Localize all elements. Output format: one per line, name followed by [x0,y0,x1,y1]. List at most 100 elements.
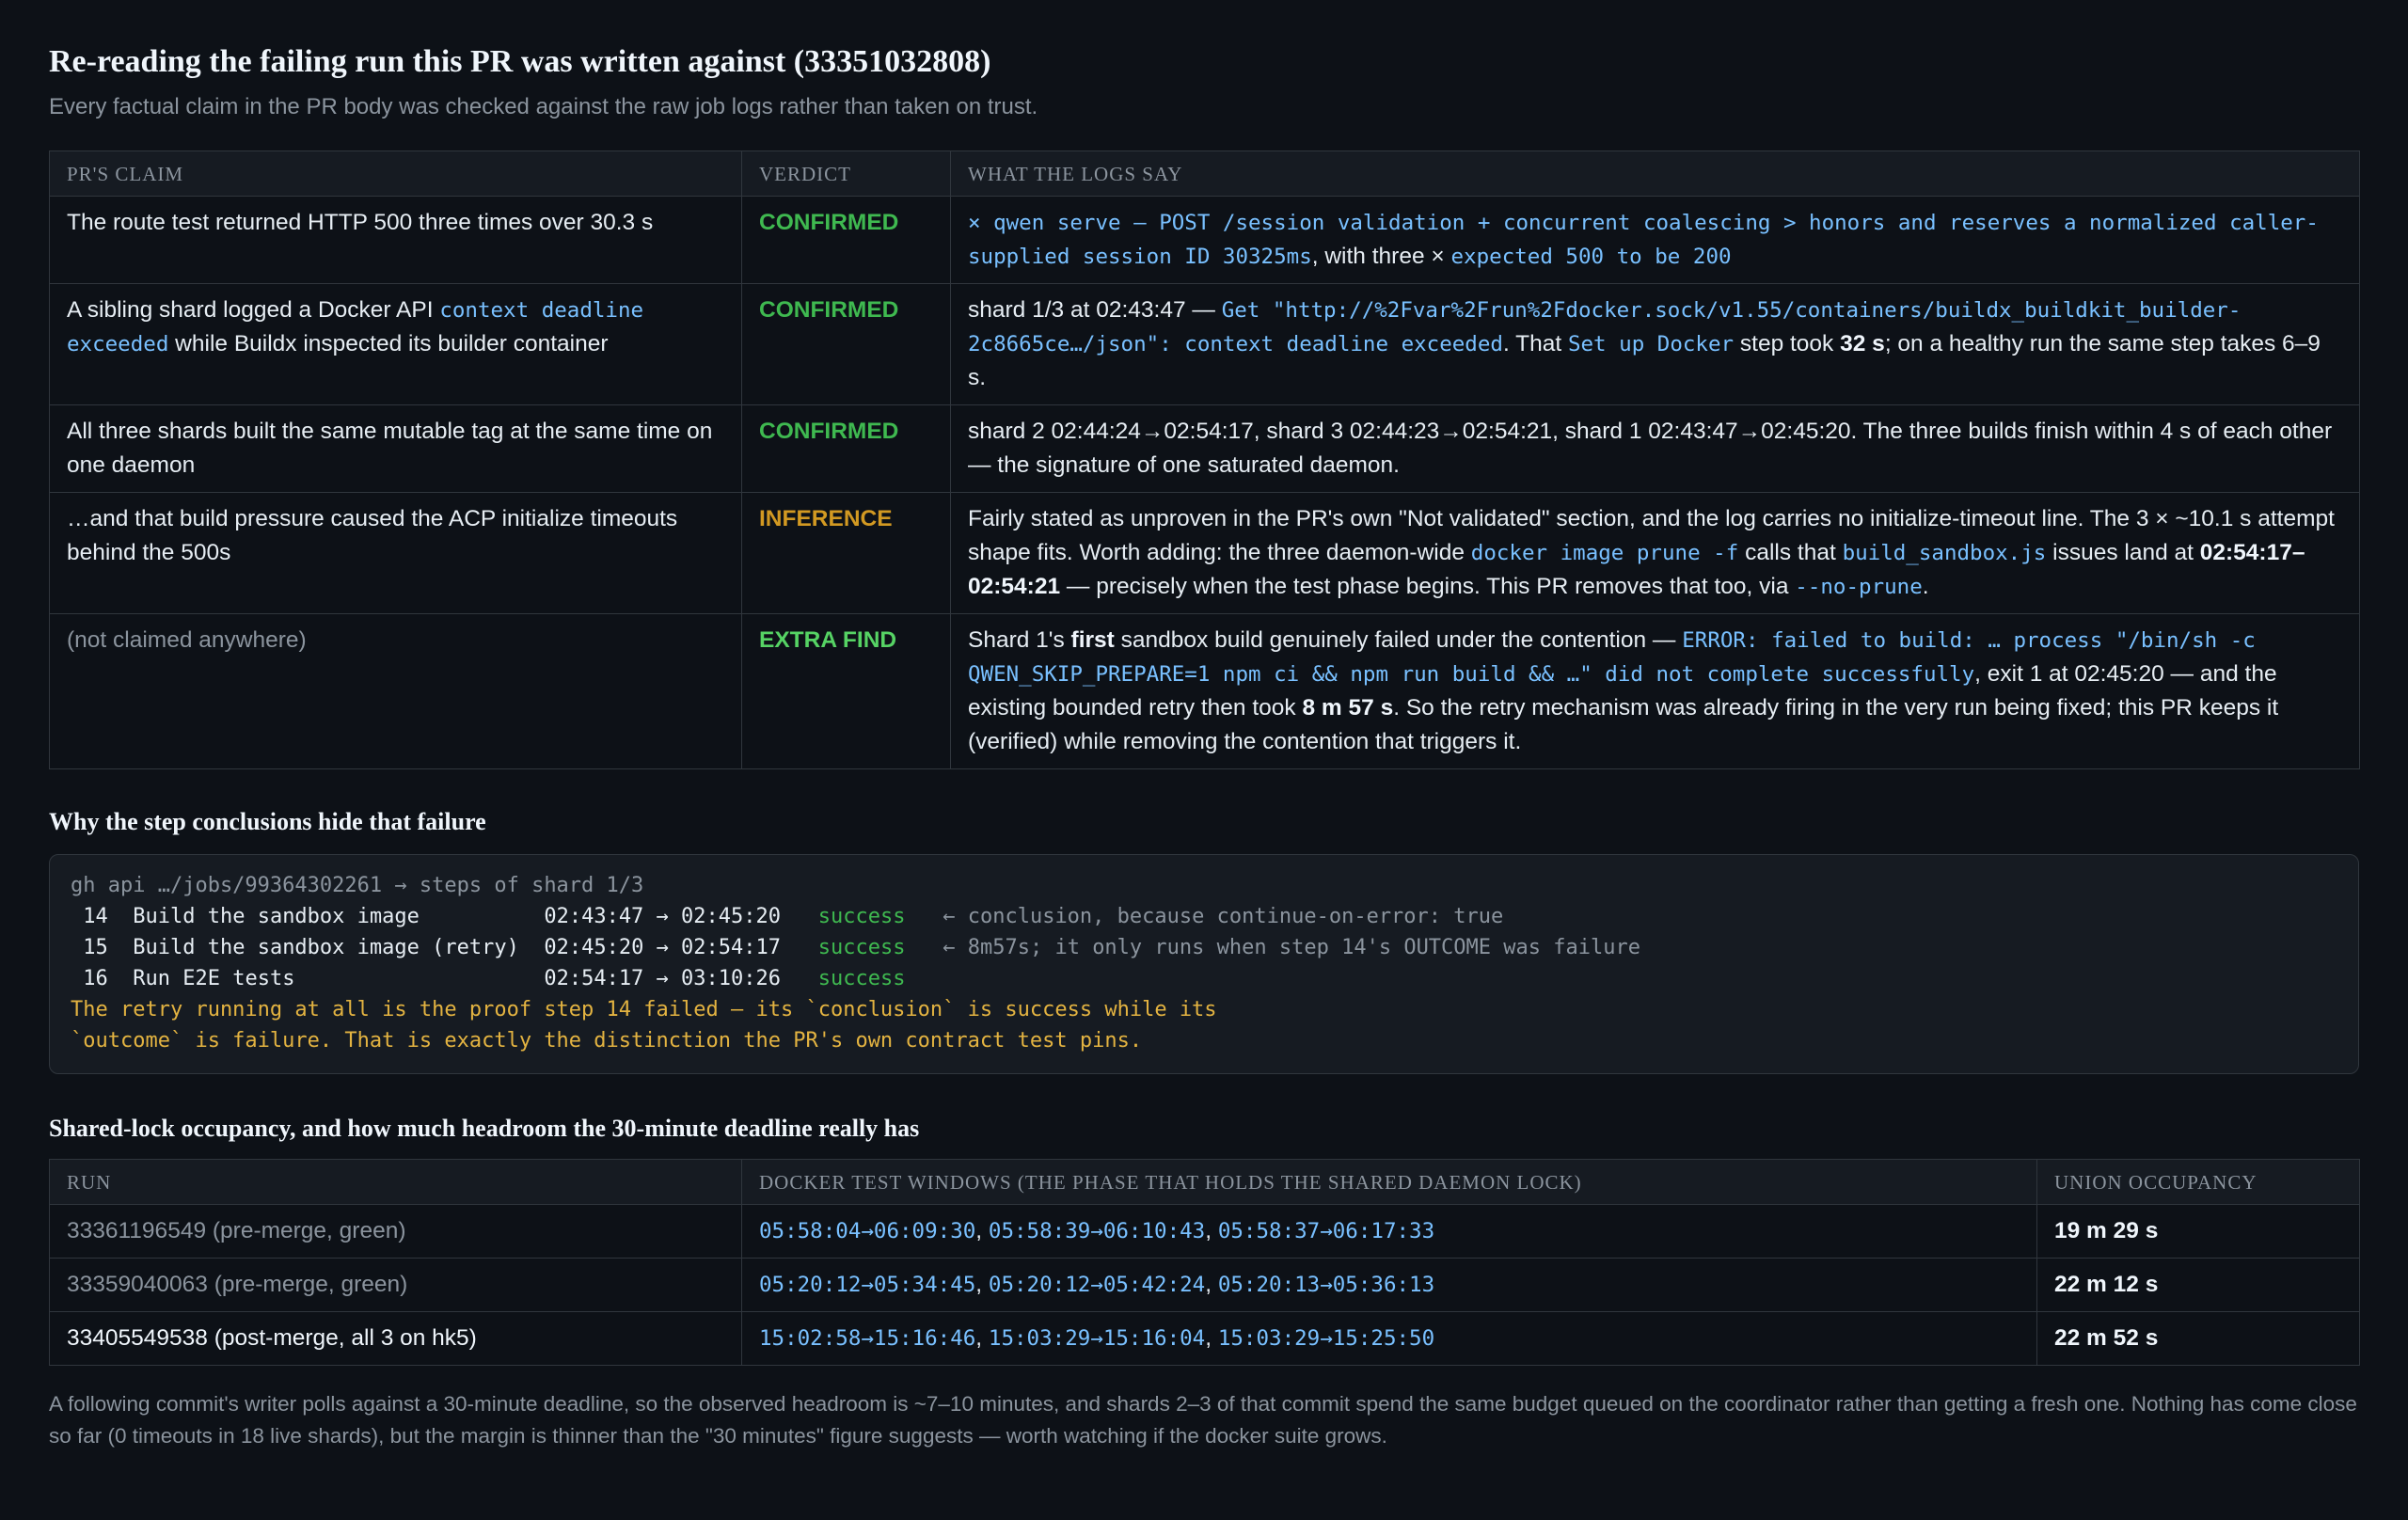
logs-cell: shard 2 02:44:24→02:54:17, shard 3 02:44… [950,404,2360,493]
occupancy-header-run: Run [49,1159,742,1205]
step-span: 02:45:20 → 02:54:17 [544,936,782,959]
union-occupancy: 22 m 52 s [2036,1311,2360,1366]
log-text: sandbox build genuinely failed under the… [1114,627,1683,653]
window-separator: , [1205,1325,1218,1351]
claim-text: while Buildx inspected its builder conta… [168,331,609,356]
window-separator: , [1205,1272,1218,1297]
time-window: 15:03:29→15:25:50 [1217,1326,1435,1351]
log-emphasis: first [1070,627,1115,653]
time-window: 05:20:12→05:42:24 [988,1273,1206,1297]
claims-header-row: PR's claim Verdict What the logs say [49,150,2360,197]
log-text: — precisely when the test phase begins. … [1060,574,1796,599]
step-note: ← conclusion, because continue-on-error:… [943,905,1504,928]
verdict-cell: EXTRA FIND [741,613,951,769]
occupancy-section-title: Shared-lock occupancy, and how much head… [49,1115,920,1142]
log-emphasis: 32 s [1840,331,1885,356]
claim-text: A sibling shard logged a Docker API [67,297,440,323]
claims-header-logs: What the logs say [950,150,2360,197]
claim-row: A sibling shard logged a Docker API cont… [49,283,2360,405]
steps-terminal: gh api …/jobs/99364302261 → steps of sha… [49,854,2359,1074]
run-id: 33361196549 (pre-merge, green) [49,1204,742,1259]
step-number: 16 [83,967,108,990]
run-id: 33405549538 (post-merge, all 3 on hk5) [49,1311,742,1366]
terminal-conclusion: `outcome` is failure. That is exactly th… [71,1029,1143,1053]
verdict-cell: INFERENCE [741,492,951,614]
log-text: calls that [1738,540,1843,565]
windows-cell: 15:02:58→15:16:46, 15:03:29→15:16:04, 15… [741,1311,2037,1366]
log-text: shard 2 02:44:24→02:54:17, shard 3 02:44… [968,419,2333,478]
terminal-step-line: 16 Run E2E tests 02:54:17 → 03:10:26 suc… [71,967,905,990]
verdict-cell: CONFIRMED [741,196,951,284]
claims-header-claim: PR's claim [49,150,742,197]
step-status: success [817,905,906,928]
step-status: success [817,936,906,959]
logs-cell: × qwen serve — POST /session validation … [950,196,2360,284]
verdict-badge: EXTRA FIND [759,627,897,653]
log-text: Shard 1's [968,627,1071,653]
claim-row: The route test returned HTTP 500 three t… [49,196,2360,284]
time-window: 05:58:04→06:09:30 [759,1219,976,1243]
claim-text: All three shards built the same mutable … [67,419,713,478]
terminal-command: gh api …/jobs/99364302261 → steps of sha… [71,874,644,897]
claim-cell: All three shards built the same mutable … [49,404,742,493]
occupancy-header-union: Union occupancy [2036,1159,2360,1205]
step-name: Run E2E tests [133,967,295,990]
report-page: Re-reading the failing run this PR was w… [49,41,2360,1452]
step-number: 14 [83,905,108,928]
occupancy-footnote: A following commit's writer polls agains… [49,1392,2357,1448]
claim-cell: A sibling shard logged a Docker API cont… [49,283,742,405]
occupancy-row: 33405549538 (post-merge, all 3 on hk5) 1… [49,1311,2360,1366]
log-code: build_sandbox.js [1842,541,2047,565]
log-text: step took [1734,331,1841,356]
claim-text: (not claimed anywhere) [67,627,307,653]
step-status: success [817,967,906,990]
logs-cell: Shard 1's first sandbox build genuinely … [950,613,2360,769]
claim-cell: The route test returned HTTP 500 three t… [49,196,742,284]
claim-text: …and that build pressure caused the ACP … [67,506,678,565]
verdict-badge: CONFIRMED [759,297,899,323]
occupancy-table: Run Docker test windows (the phase that … [49,1159,2360,1366]
log-text: . [1922,574,1929,599]
union-occupancy: 22 m 12 s [2036,1258,2360,1312]
union-occupancy: 19 m 29 s [2036,1204,2360,1259]
steps-section-title: Why the step conclusions hide that failu… [49,808,486,835]
step-number: 15 [83,936,108,959]
log-emphasis: 8 m 57 s [1302,695,1394,720]
verdict-badge: CONFIRMED [759,419,899,444]
terminal-step-line: 14 Build the sandbox image 02:43:47 → 02… [71,905,1503,928]
terminal-step-line: 15 Build the sandbox image (retry) 02:45… [71,936,1640,959]
time-window: 15:02:58→15:16:46 [759,1326,976,1351]
window-separator: , [1205,1218,1218,1243]
log-text: , with three × [1311,244,1451,269]
time-window: 05:58:39→06:10:43 [988,1219,1206,1243]
log-text: . That [1502,331,1568,356]
time-window: 05:20:13→05:36:13 [1217,1273,1435,1297]
claim-row: (not claimed anywhere) EXTRA FIND Shard … [49,613,2360,769]
time-window: 05:58:37→06:17:33 [1217,1219,1435,1243]
step-span: 02:54:17 → 03:10:26 [544,967,782,990]
verdict-badge: CONFIRMED [759,210,899,235]
windows-cell: 05:20:12→05:34:45, 05:20:12→05:42:24, 05… [741,1258,2037,1312]
claim-text: The route test returned HTTP 500 three t… [67,210,654,235]
time-window: 15:03:29→15:16:04 [988,1326,1206,1351]
step-name: Build the sandbox image (retry) [133,936,519,959]
log-code: --no-prune [1795,575,1923,599]
verdict-cell: CONFIRMED [741,283,951,405]
page-title: Re-reading the failing run this PR was w… [49,44,991,79]
window-separator: , [975,1325,989,1351]
logs-cell: Fairly stated as unproven in the PR's ow… [950,492,2360,614]
claim-cell: (not claimed anywhere) [49,613,742,769]
occupancy-row: 33359040063 (pre-merge, green) 05:20:12→… [49,1258,2360,1312]
page-subtitle: Every factual claim in the PR body was c… [49,94,1038,119]
claim-row: …and that build pressure caused the ACP … [49,492,2360,614]
log-text: shard 1/3 at 02:43:47 — [968,297,1222,323]
occupancy-header-windows: Docker test windows (the phase that hold… [741,1159,2037,1205]
verdict-badge: INFERENCE [759,506,893,531]
verdict-cell: CONFIRMED [741,404,951,493]
log-text: issues land at [2046,540,2200,565]
time-window: 05:20:12→05:34:45 [759,1273,976,1297]
log-code: expected 500 to be 200 [1450,245,1732,269]
windows-cell: 05:58:04→06:09:30, 05:58:39→06:10:43, 05… [741,1204,2037,1259]
logs-cell: shard 1/3 at 02:43:47 — Get "http://%2Fv… [950,283,2360,405]
claim-cell: …and that build pressure caused the ACP … [49,492,742,614]
